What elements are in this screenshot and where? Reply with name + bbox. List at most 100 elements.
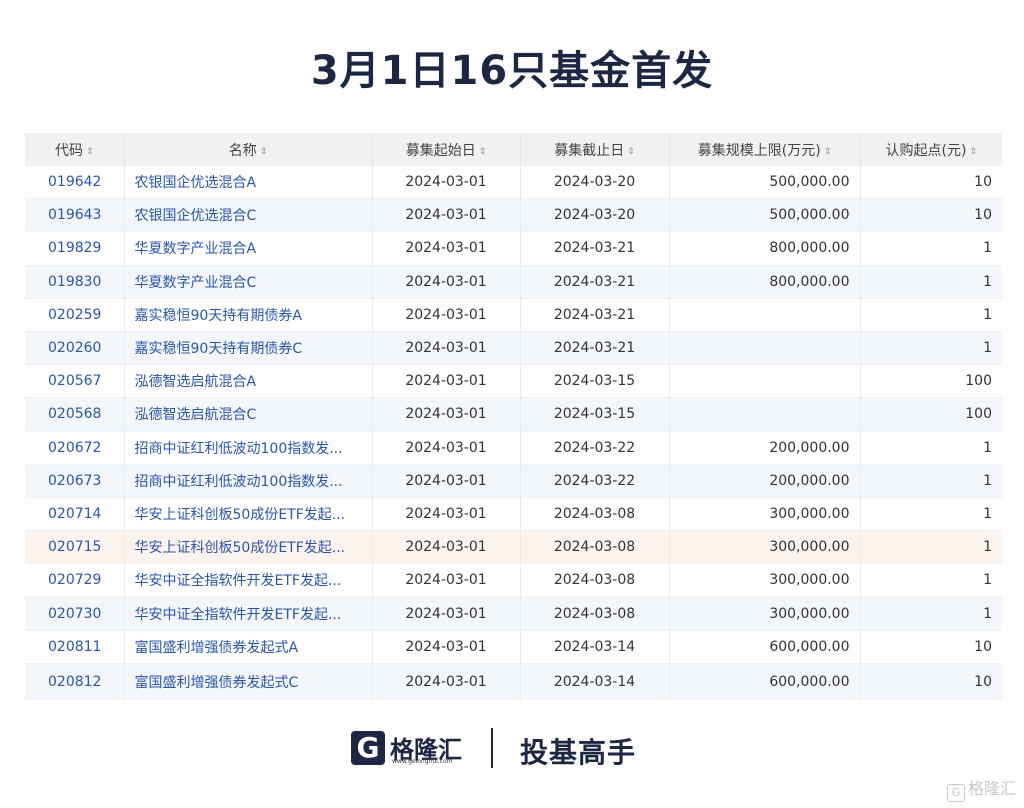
cell-name[interactable]: 华夏数字产业混合A — [124, 231, 373, 266]
table-header-row: 代码 ⇕ 名称 ⇕ 募集起始日 ⇕ 募集截止日 ⇕ 募集规模上限(万元) ⇕ 认购起点(元… — [25, 133, 1002, 166]
cell-scale-limit: 800,000.00 — [669, 265, 861, 299]
fund-table-container: 代码 ⇕ 名称 ⇕ 募集起始日 ⇕ 募集截止日 ⇕ 募集规模上限(万元) ⇕ 认购起点(元… — [25, 133, 1002, 700]
cell-code[interactable]: 020811 — [25, 630, 125, 664]
column-header-start-date[interactable]: 募集起始日 ⇕ — [372, 133, 521, 166]
cell-name[interactable]: 华安上证科创板50成份ETF发起... — [124, 497, 373, 532]
cell-name[interactable]: 华夏数字产业混合C — [124, 265, 373, 299]
cell-end-date: 2024-03-22 — [520, 464, 670, 498]
watermark: G 格隆汇 — [946, 775, 1016, 802]
cell-min-subscription: 1 — [860, 563, 1002, 598]
cell-end-date: 2024-03-21 — [520, 265, 670, 299]
table-row[interactable]: 020567 泓德智选启航混合A 2024-03-01 2024-03-15 100 — [25, 364, 1002, 399]
sort-icon[interactable]: ⇕ — [260, 147, 268, 157]
cell-name[interactable]: 嘉实稳恒90天持有期债券A — [124, 298, 373, 332]
watermark-logo-icon: G — [946, 784, 965, 802]
cell-name[interactable]: 华安中证全指软件开发ETF发起... — [124, 596, 373, 631]
cell-min-subscription: 100 — [860, 364, 1002, 399]
page-title: 3月1日16只基金首发 — [310, 48, 714, 94]
cell-min-subscription: 1 — [860, 331, 1002, 366]
sort-icon[interactable]: ⇕ — [479, 147, 487, 157]
cell-name[interactable]: 华安中证全指软件开发ETF发起... — [124, 563, 373, 598]
cell-code[interactable]: 020730 — [25, 596, 125, 631]
table-row[interactable]: 020673 招商中证红利低波动100指数发... 2024-03-01 2024-0… — [25, 464, 1002, 498]
cell-name[interactable]: 农银国企优选混合A — [124, 166, 373, 200]
table-row[interactable]: 019642 农银国企优选混合A 2024-03-01 2024-03-20 500,0… — [25, 166, 1002, 200]
cell-name[interactable]: 农银国企优选混合C — [124, 198, 373, 233]
cell-scale-limit: 500,000.00 — [669, 198, 861, 233]
table-row[interactable]: 019829 华夏数字产业混合A 2024-03-01 2024-03-21 800,0… — [25, 231, 1002, 266]
cell-min-subscription: 10 — [860, 198, 1002, 233]
cell-end-date: 2024-03-20 — [520, 198, 670, 233]
table-row[interactable]: 019643 农银国企优选混合C 2024-03-01 2024-03-20 500,0… — [25, 198, 1002, 233]
cell-code[interactable]: 019829 — [25, 231, 125, 266]
cell-code[interactable]: 020812 — [25, 663, 125, 700]
cell-code[interactable]: 019643 — [25, 198, 125, 233]
cell-min-subscription: 1 — [860, 265, 1002, 299]
cell-min-subscription: 1 — [860, 530, 1002, 565]
cell-end-date: 2024-03-14 — [520, 663, 670, 700]
cell-name[interactable]: 招商中证红利低波动100指数发... — [124, 464, 373, 498]
cell-code[interactable]: 020673 — [25, 464, 125, 498]
cell-min-subscription: 1 — [860, 298, 1002, 332]
fund-table: 代码 ⇕ 名称 ⇕ 募集起始日 ⇕ 募集截止日 ⇕ 募集规模上限(万元) ⇕ 认购起点(元… — [25, 133, 1002, 700]
cell-name[interactable]: 招商中证红利低波动100指数发... — [124, 431, 373, 465]
table-row[interactable]: 020672 招商中证红利低波动100指数发... 2024-03-01 2024-0… — [25, 431, 1002, 465]
table-row[interactable]: 019830 华夏数字产业混合C 2024-03-01 2024-03-21 800,0… — [25, 265, 1002, 299]
cell-end-date: 2024-03-15 — [520, 364, 670, 399]
cell-code[interactable]: 020715 — [25, 530, 125, 565]
cell-start-date: 2024-03-01 — [372, 530, 521, 565]
cell-min-subscription: 10 — [860, 166, 1002, 200]
column-header-scale-limit[interactable]: 募集规模上限(万元) ⇕ — [669, 133, 861, 166]
table-row[interactable]: 020568 泓德智选启航混合C 2024-03-01 2024-03-15 100 — [25, 397, 1002, 432]
cell-end-date: 2024-03-20 — [520, 166, 670, 200]
cell-min-subscription: 1 — [860, 464, 1002, 498]
cell-scale-limit — [669, 298, 861, 332]
cell-name[interactable]: 泓德智选启航混合A — [124, 364, 373, 399]
cell-code[interactable]: 020259 — [25, 298, 125, 332]
table-row[interactable]: 020260 嘉实稳恒90天持有期债券C 2024-03-01 2024-03-21 1 — [25, 331, 1002, 366]
cell-scale-limit: 300,000.00 — [669, 596, 861, 631]
cell-start-date: 2024-03-01 — [372, 166, 521, 200]
cell-name[interactable]: 华安上证科创板50成份ETF发起... — [124, 530, 373, 565]
table-row[interactable]: 020811 富国盛利增强债券发起式A 2024-03-01 2024-03-14 60… — [25, 630, 1002, 664]
cell-code[interactable]: 020714 — [25, 497, 125, 532]
table-row[interactable]: 020729 华安中证全指软件开发ETF发起... 2024-03-01 2024-0… — [25, 563, 1002, 598]
column-header-end-date[interactable]: 募集截止日 ⇕ — [520, 133, 670, 166]
sort-icon[interactable]: ⇕ — [627, 147, 635, 157]
table-row[interactable]: 020259 嘉实稳恒90天持有期债券A 2024-03-01 2024-03-21 1 — [25, 298, 1002, 332]
cell-code[interactable]: 019830 — [25, 265, 125, 299]
cell-name[interactable]: 泓德智选启航混合C — [124, 397, 373, 432]
cell-name[interactable]: 嘉实稳恒90天持有期债券C — [124, 331, 373, 366]
column-header-name[interactable]: 名称 ⇕ — [124, 133, 373, 166]
cell-start-date: 2024-03-01 — [372, 265, 521, 299]
cell-code[interactable]: 020568 — [25, 397, 125, 432]
cell-min-subscription: 1 — [860, 497, 1002, 532]
column-header-code[interactable]: 代码 ⇕ — [25, 133, 125, 166]
sort-icon[interactable]: ⇕ — [969, 147, 977, 157]
cell-code[interactable]: 020729 — [25, 563, 125, 598]
footer: G 格隆汇 www.gelonghui.com 投基高手 — [0, 722, 1024, 782]
watermark-text: 格隆汇 — [967, 779, 1016, 798]
cell-start-date: 2024-03-01 — [372, 431, 521, 465]
cell-name[interactable]: 富国盛利增强债券发起式C — [124, 663, 373, 700]
cell-scale-limit: 300,000.00 — [669, 497, 861, 532]
table-row[interactable]: 020730 华安中证全指软件开发ETF发起... 2024-03-01 2024-0… — [25, 596, 1002, 631]
logo-url: www.gelonghui.com — [392, 758, 453, 765]
cell-code[interactable]: 020672 — [25, 431, 125, 465]
table-row[interactable]: 020714 华安上证科创板50成份ETF发起... 2024-03-01 2024-… — [25, 497, 1002, 532]
table-row[interactable]: 020715 华安上证科创板50成份ETF发起... 2024-03-01 2024-… — [25, 530, 1002, 565]
column-header-min-subscription[interactable]: 认购起点(元) ⇕ — [860, 133, 1002, 166]
cell-code[interactable]: 020567 — [25, 364, 125, 399]
cell-scale-limit: 800,000.00 — [669, 231, 861, 266]
cell-scale-limit: 600,000.00 — [669, 663, 861, 700]
cell-name[interactable]: 富国盛利增强债券发起式A — [124, 630, 373, 664]
cell-code[interactable]: 020260 — [25, 331, 125, 366]
cell-end-date: 2024-03-08 — [520, 596, 670, 631]
cell-end-date: 2024-03-21 — [520, 231, 670, 266]
cell-code[interactable]: 019642 — [25, 166, 125, 200]
sort-icon[interactable]: ⇕ — [824, 147, 832, 157]
sort-icon[interactable]: ⇕ — [86, 147, 94, 157]
cell-scale-limit: 500,000.00 — [669, 166, 861, 200]
table-row[interactable]: 020812 富国盛利增强债券发起式C 2024-03-01 2024-03-14 60… — [25, 663, 1002, 700]
cell-scale-limit — [669, 331, 861, 366]
